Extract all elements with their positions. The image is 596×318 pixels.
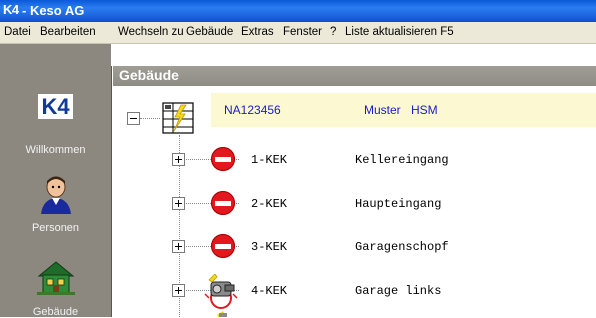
sidebar-item-label: Gebäude bbox=[32, 306, 79, 318]
row-name: Garagenschopf bbox=[355, 240, 449, 254]
menu-liste-aktualisieren[interactable]: Liste aktualisieren F5 bbox=[345, 26, 454, 38]
root-name: Muster bbox=[364, 103, 401, 117]
person-icon bbox=[0, 174, 111, 217]
menu-gebaeude[interactable]: Gebäude bbox=[186, 26, 233, 38]
partial-row-icon bbox=[211, 311, 231, 317]
no-entry-icon bbox=[211, 147, 235, 171]
building-icon bbox=[0, 258, 111, 299]
row-id: 4-KEK bbox=[251, 284, 288, 298]
menu-help[interactable]: ? bbox=[330, 26, 336, 38]
tree-root-row[interactable]: NA123456 Muster HSM bbox=[211, 93, 596, 127]
sidebar: K4 Willkommen Personen Gebäude bbox=[0, 66, 112, 318]
row-name: Kellereingang bbox=[355, 153, 449, 167]
sidebar-item-label: Willkommen bbox=[25, 144, 86, 156]
sidebar-item-label: Personen bbox=[31, 222, 80, 234]
no-entry-icon bbox=[211, 191, 235, 215]
title-bar: K4 - Keso AG bbox=[0, 0, 596, 22]
tree-expand-toggle[interactable] bbox=[172, 284, 185, 297]
row-id: 3-KEK bbox=[251, 240, 288, 254]
menu-datei[interactable]: Datei bbox=[4, 26, 31, 38]
tree-expand-toggle[interactable] bbox=[172, 153, 185, 166]
tree-expand-toggle[interactable] bbox=[172, 197, 185, 210]
row-name: Haupteingang bbox=[355, 197, 442, 211]
cylinder-lock-icon bbox=[203, 273, 239, 315]
no-entry-icon bbox=[211, 234, 235, 258]
section-title: Gebäude bbox=[119, 67, 179, 83]
tree-view: NA123456 Muster HSM 1-KEK Kellereingang bbox=[113, 87, 596, 317]
menu-extras[interactable]: Extras bbox=[241, 26, 274, 38]
section-header: Gebäude bbox=[113, 66, 596, 86]
menu-wechseln-zu[interactable]: Wechseln zu bbox=[118, 26, 184, 38]
window-title: - Keso AG bbox=[22, 3, 85, 18]
sidebar-top bbox=[0, 44, 111, 66]
row-id: 1-KEK bbox=[251, 153, 288, 167]
row-id: 2-KEK bbox=[251, 197, 288, 211]
k4-logo-icon: K4 bbox=[0, 94, 111, 120]
tree-collapse-toggle[interactable] bbox=[127, 112, 140, 125]
tree-expand-toggle[interactable] bbox=[172, 240, 185, 253]
menu-fenster[interactable]: Fenster bbox=[283, 26, 322, 38]
menu-bar: Datei Bearbeiten Wechseln zu Gebäude Ext… bbox=[0, 22, 596, 44]
row-name: Garage links bbox=[355, 284, 442, 298]
root-id: NA123456 bbox=[224, 103, 281, 117]
menu-bearbeiten[interactable]: Bearbeiten bbox=[40, 26, 96, 38]
root-suffix: HSM bbox=[411, 103, 438, 117]
app-logo: K4 bbox=[3, 2, 19, 17]
